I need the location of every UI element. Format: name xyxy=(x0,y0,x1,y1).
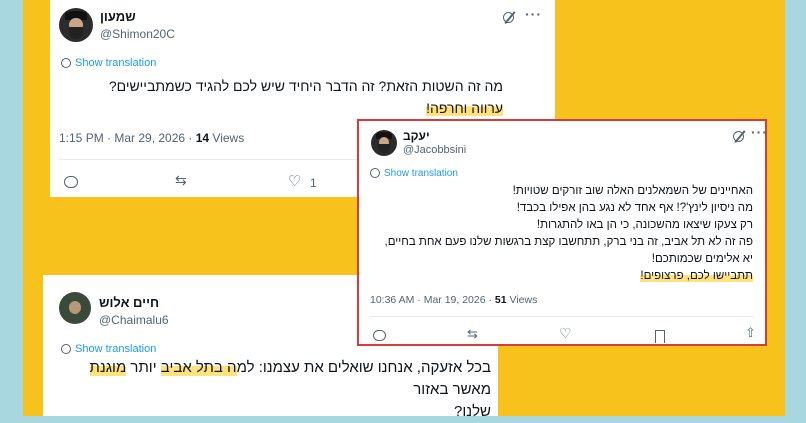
tweet-line: מה ניסיון לינץ'?! אף אחד לא נגע בהן אפיל… xyxy=(516,202,753,214)
globe-icon xyxy=(61,58,71,68)
avatar[interactable] xyxy=(59,8,93,42)
like-icon[interactable]: ♡ xyxy=(288,172,301,190)
tweet-timestamp[interactable]: 1:15 PM · Mar 29, 2026 · 14 Views xyxy=(59,131,244,145)
tweet-text: מה זה השטות הזאת? זה הדבר היחיד שיש לכם … xyxy=(63,75,503,119)
reply-icon[interactable] xyxy=(64,176,78,188)
tweet-line: מה זה השטות הזאת? זה הדבר היחיד שיש לכם … xyxy=(108,78,503,94)
grok-icon[interactable] xyxy=(733,131,744,142)
views-count: 14 xyxy=(195,131,210,145)
avatar[interactable] xyxy=(59,292,91,324)
author-handle[interactable]: @Jacobbsini xyxy=(403,144,466,156)
tweet-line: ערווה וחרפה! xyxy=(63,97,503,119)
tweet-line: פה זה לא תל אביב, זה בני ברק, תתחשבו קצת… xyxy=(384,236,753,248)
tweet-timestamp[interactable]: 10:36 AM · Mar 19, 2026 · 51 Views xyxy=(370,294,537,306)
tweet-line: שלנו? xyxy=(454,403,491,420)
globe-icon xyxy=(370,168,380,178)
tweet-text: בכל אזעקה, אנחנו שואלים את עצמנו: למה בת… xyxy=(61,357,491,423)
more-options-icon[interactable]: ··· xyxy=(525,6,542,22)
tweet-card-jacob[interactable]: יעקב @Jacobbsini ··· Show translation הא… xyxy=(357,119,767,346)
author-name[interactable]: חיים אלוש xyxy=(99,295,159,310)
show-translation-link[interactable]: Show translation xyxy=(370,168,458,179)
show-translation-link[interactable]: Show translation xyxy=(61,343,156,355)
views-count: 51 xyxy=(494,294,507,306)
avatar[interactable] xyxy=(371,130,397,156)
like-count: 1 xyxy=(310,176,317,190)
globe-icon xyxy=(61,344,71,354)
divider xyxy=(370,316,754,317)
like-icon[interactable]: ♡ xyxy=(559,325,572,342)
highlighted-text: מוגנת xyxy=(89,359,127,376)
author-name[interactable]: שמעון xyxy=(100,9,136,24)
highlighted-text: ערווה וחרפה! xyxy=(426,100,503,116)
grok-icon[interactable] xyxy=(503,12,514,23)
highlighted-text: ה בתל אביב xyxy=(160,359,237,376)
tweet-text: האחיינים של השמאלנים האלה שוב זורקים שטו… xyxy=(368,183,753,285)
retweet-icon[interactable]: ⇆ xyxy=(467,326,478,342)
show-translation-link[interactable]: Show translation xyxy=(61,57,156,69)
highlighted-text: תתביישו לכם, פרצופים! xyxy=(640,270,753,282)
tweet-line: האחיינים של השמאלנים האלה שוב זורקים שטו… xyxy=(512,185,753,197)
more-options-icon[interactable]: ··· xyxy=(751,124,768,140)
author-handle[interactable]: @Chaimalu6 xyxy=(99,313,169,327)
tweet-line: יא אלימים שכמותכם! xyxy=(651,253,753,265)
tweet-line: רק צעקו שיצאו מהשכונה, כי הן באו להתגרות… xyxy=(536,219,753,231)
share-icon[interactable]: ⇧ xyxy=(745,325,756,341)
retweet-icon[interactable]: ⇆ xyxy=(175,172,187,189)
tweet-line: תתביישו לכם, פרצופים! xyxy=(368,268,753,285)
tweet-line: בכל אזעקה, אנחנו שואלים את עצמנו: למה בת… xyxy=(89,359,491,398)
reply-icon[interactable] xyxy=(373,330,386,341)
bookmark-icon[interactable] xyxy=(655,330,665,343)
author-handle[interactable]: @Shimon20C xyxy=(100,27,175,41)
author-name[interactable]: יעקב xyxy=(403,129,430,143)
